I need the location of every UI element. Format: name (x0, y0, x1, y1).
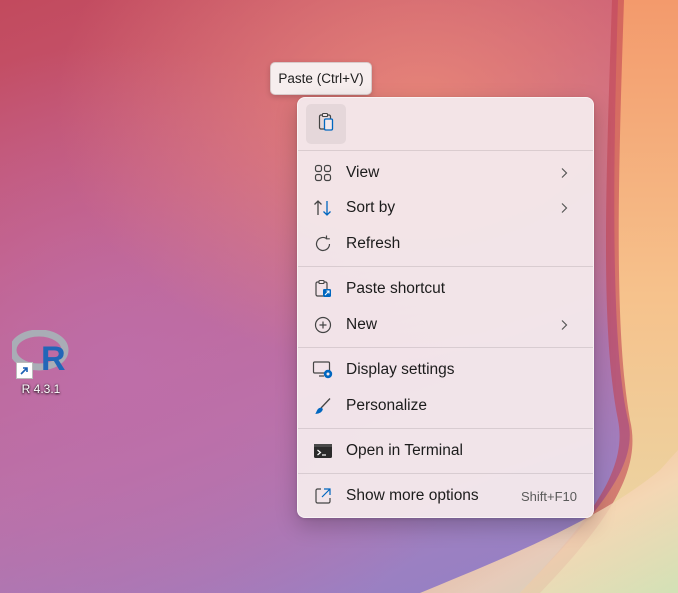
menu-item-personalize[interactable]: Personalize (304, 389, 587, 423)
menu-item-sort-by[interactable]: Sort by (304, 191, 587, 225)
sort-icon (312, 197, 334, 219)
menu-item-display-settings[interactable]: Display settings (304, 353, 587, 387)
svg-text:R: R (41, 340, 66, 376)
menu-item-open-in-terminal[interactable]: Open in Terminal (304, 434, 587, 468)
shortcut-arrow-icon (16, 362, 33, 379)
menu-item-label: Refresh (346, 235, 401, 252)
menu-item-refresh[interactable]: Refresh (304, 227, 587, 261)
paste-shortcut-icon (312, 278, 334, 300)
menu-item-label: Personalize (346, 397, 427, 414)
quick-actions-row (306, 104, 346, 144)
menu-separator (298, 473, 593, 474)
menu-item-show-more-options[interactable]: Show more options Shift+F10 (304, 479, 587, 513)
menu-item-label: View (346, 164, 380, 181)
menu-item-label: Paste shortcut (346, 280, 446, 297)
desktop-context-menu: View Sort by Refresh Paste shortcut New … (297, 97, 594, 518)
menu-separator (298, 347, 593, 348)
menu-separator (298, 266, 593, 267)
keyboard-shortcut: Shift+F10 (520, 488, 577, 504)
display-settings-icon (312, 359, 334, 381)
menu-item-new[interactable]: New (304, 308, 587, 342)
grid-icon (312, 162, 334, 184)
r-app-icon: R (9, 329, 70, 379)
brush-icon (312, 395, 334, 417)
paste-icon (316, 112, 336, 137)
chevron-right-icon (559, 317, 569, 333)
menu-item-label: New (346, 316, 378, 333)
menu-item-paste-shortcut[interactable]: Paste shortcut (304, 272, 587, 306)
desktop-icon-label: R 4.3.1 (21, 382, 61, 396)
chevron-right-icon (559, 165, 569, 181)
menu-item-label: Sort by (346, 199, 396, 216)
menu-item-view[interactable]: View (304, 156, 587, 190)
plus-circle-icon (312, 314, 334, 336)
terminal-icon (312, 440, 334, 462)
menu-item-label: Open in Terminal (346, 442, 463, 459)
more-options-icon (312, 485, 334, 507)
menu-item-label: Show more options (346, 487, 479, 504)
chevron-right-icon (559, 200, 569, 216)
menu-separator (298, 428, 593, 429)
paste-tooltip: Paste (Ctrl+V) (270, 62, 372, 95)
menu-separator (298, 150, 593, 151)
paste-button[interactable] (306, 104, 346, 144)
menu-item-label: Display settings (346, 361, 455, 378)
refresh-icon (312, 233, 334, 255)
desktop-icon-r[interactable]: R R 4.3.1 (8, 329, 74, 396)
